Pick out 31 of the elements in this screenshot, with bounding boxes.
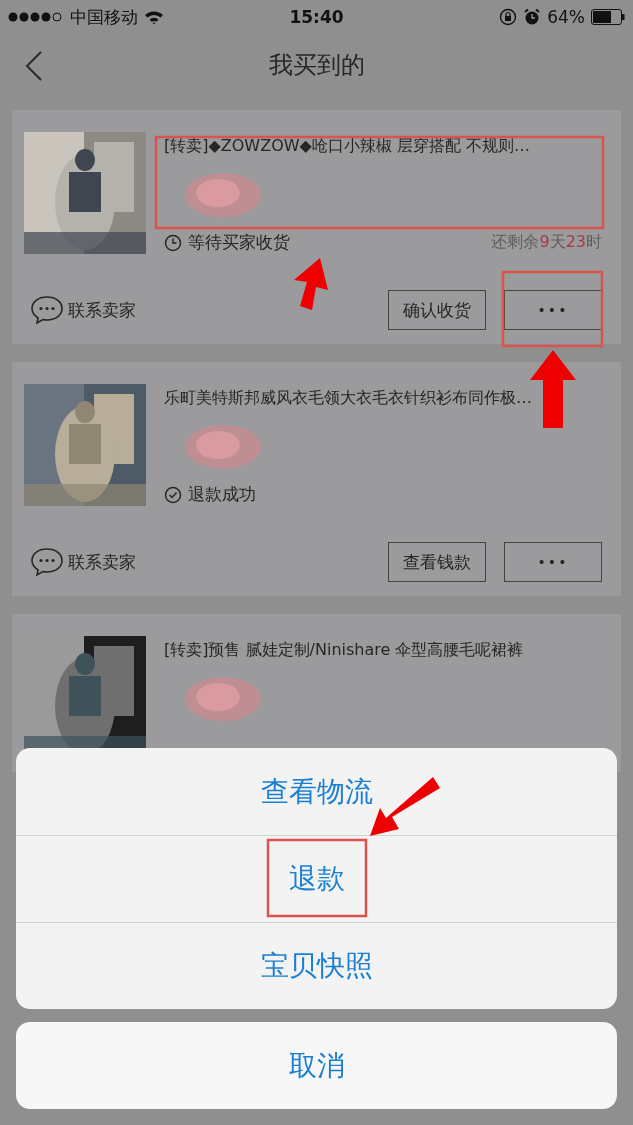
cancel-button[interactable]: 取消 xyxy=(16,1022,617,1109)
status-text: 等待买家收货 xyxy=(188,231,290,254)
order-action-button[interactable]: 确认收货 xyxy=(388,290,486,330)
arrow-icon xyxy=(530,350,576,428)
battery-percent: 64% xyxy=(547,7,585,27)
order-action-button[interactable]: 查看钱款 xyxy=(388,542,486,582)
wifi-icon xyxy=(144,9,164,25)
contact-seller-button[interactable]: 联系卖家 xyxy=(24,547,136,577)
battery-icon xyxy=(591,9,625,25)
item-title[interactable]: 乐町美特斯邦威风衣毛领大衣毛衣针织衫布同作极… xyxy=(164,388,602,409)
more-button[interactable]: ••• xyxy=(504,542,602,582)
alarm-icon xyxy=(523,8,542,26)
item-title[interactable]: [转卖]预售 腻娃定制/Ninishare 伞型高腰毛呢裙裤 xyxy=(164,640,602,661)
page-title: 我买到的 xyxy=(268,50,365,81)
signal-icon xyxy=(8,12,64,22)
check-circle-icon xyxy=(164,485,182,504)
arrow-icon xyxy=(294,258,328,310)
more-button[interactable]: ••• xyxy=(504,290,602,330)
chat-icon xyxy=(30,295,64,325)
sheet-option[interactable]: 查看物流 xyxy=(16,748,617,835)
status-text: 退款成功 xyxy=(188,483,256,506)
contact-seller-button[interactable]: 联系卖家 xyxy=(24,295,136,325)
chat-icon xyxy=(30,547,64,577)
time-remaining: 还剩余9天23时 xyxy=(491,232,602,253)
clock-time: 15:40 xyxy=(289,7,344,27)
sheet-option[interactable]: 宝贝快照 xyxy=(16,922,617,1009)
carrier-name: 中国移动 xyxy=(70,5,138,29)
clock-icon xyxy=(164,233,182,252)
item-title[interactable]: [转卖]◆ZOWZOW◆呛口小辣椒 层穿搭配 不规则… xyxy=(164,136,602,157)
rotation-lock-icon xyxy=(499,8,518,26)
sheet-option[interactable]: 退款 xyxy=(16,835,617,922)
